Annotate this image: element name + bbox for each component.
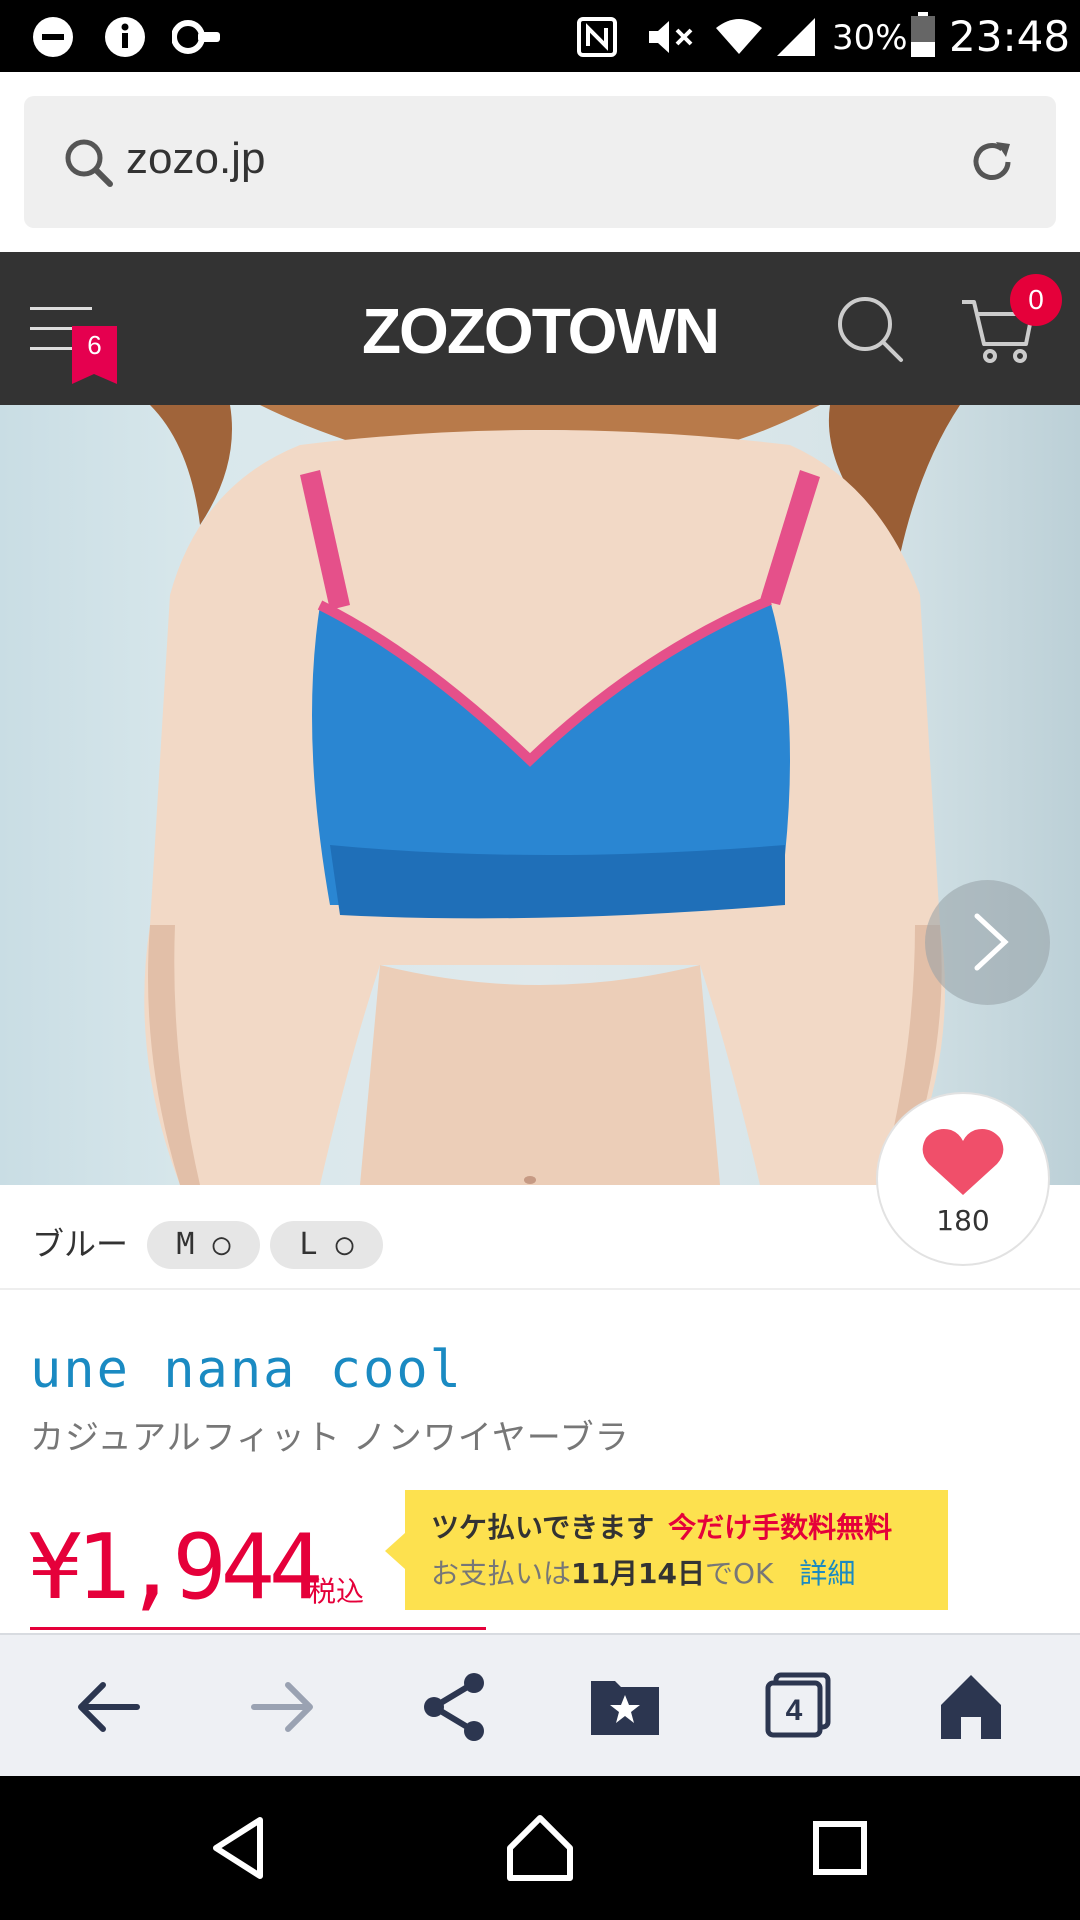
tax-label: 税込 (308, 1575, 365, 1608)
status-bar: 30% 23:48 (0, 0, 1080, 72)
chevron-right-icon (974, 913, 1009, 971)
home-circle-icon[interactable] (498, 1806, 582, 1890)
banner-detail-link[interactable]: 詳細 (799, 1557, 855, 1590)
size-chip-l[interactable]: L ○ (270, 1221, 383, 1269)
signal-icon (777, 18, 815, 56)
system-nav-bar (0, 1776, 1080, 1920)
favorite-button[interactable]: 180 (876, 1092, 1050, 1266)
search-icon (65, 139, 113, 187)
site-logo[interactable]: ZOZOTOWN (0, 294, 1080, 368)
cart-count-badge: 0 (1010, 274, 1062, 326)
tabs-count: 4 (786, 1694, 803, 1727)
deferred-payment-banner[interactable]: ツケ払いできます 今だけ手数料無料 お支払いは11月14日でOK 詳細 (405, 1490, 948, 1610)
reload-icon[interactable] (964, 134, 1020, 190)
brand-link[interactable]: une nana cool (30, 1340, 463, 1400)
size-chip-m[interactable]: M ○ (147, 1221, 260, 1269)
recents-square-icon[interactable] (798, 1806, 882, 1890)
mute-icon (649, 21, 693, 53)
banner-pointer (385, 1533, 405, 1569)
banner-line1: ツケ払いできます 今だけ手数料無料 (431, 1506, 892, 1546)
banner-pay-date: 11月14日 (571, 1557, 705, 1590)
home-icon[interactable] (929, 1665, 1013, 1749)
color-name: ブルー (32, 1225, 129, 1263)
nfc-icon (577, 17, 617, 57)
banner-pay-prefix: お支払いは (431, 1557, 572, 1590)
banner-line2: お支払いは11月14日でOK 詳細 (431, 1552, 855, 1592)
banner-main-text: ツケ払いできます (431, 1511, 655, 1544)
favorite-count: 180 (936, 1204, 990, 1237)
price-underline (30, 1627, 486, 1630)
back-triangle-icon[interactable] (198, 1806, 282, 1890)
url-bar[interactable]: zozo.jp (24, 96, 1056, 228)
product-photo-illustration (144, 405, 960, 1185)
wifi-icon (716, 19, 762, 54)
banner-pay-suffix: でOK (704, 1557, 774, 1590)
site-header: 6 ZOZOTOWN 0 (0, 252, 1080, 405)
minus-circle-icon (33, 17, 73, 57)
price: ¥1,944 (28, 1515, 323, 1620)
url-text[interactable]: zozo.jp (126, 134, 265, 184)
back-arrow-icon[interactable] (67, 1665, 151, 1749)
tabs-icon[interactable]: 4 (756, 1665, 840, 1749)
product-image[interactable] (0, 405, 1080, 1185)
info-icon (105, 17, 145, 57)
search-icon[interactable] (835, 294, 907, 366)
banner-promo-text: 今だけ手数料無料 (668, 1511, 893, 1544)
browser-url-area: zozo.jp (0, 72, 1080, 252)
battery-icon (911, 12, 935, 57)
heart-icon (922, 1129, 1004, 1195)
bookmarks-icon[interactable] (583, 1665, 667, 1749)
forward-arrow-icon[interactable] (240, 1665, 324, 1749)
share-icon[interactable] (412, 1665, 496, 1749)
next-image-button[interactable] (925, 880, 1050, 1005)
screen: 30% 23:48 zozo.jp 6 ZOZOTOWN 0 ブルー M ○ L… (0, 0, 1080, 1920)
product-name: カジュアルフィット ノンワイヤーブラ (30, 1418, 630, 1458)
browser-bottom-nav: 4 (0, 1633, 1080, 1776)
clock: 23:48 (949, 12, 1071, 61)
key-icon (172, 20, 220, 54)
battery-percent: 30% (832, 18, 908, 58)
